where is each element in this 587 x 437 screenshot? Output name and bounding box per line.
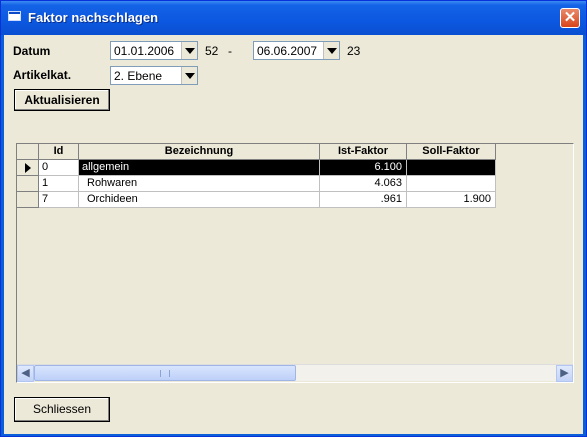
dropdown-arrow-icon[interactable] [323,42,339,59]
scroll-thumb[interactable] [34,365,296,381]
dialog-body: Datum 01.01.2006 52 - 06.06.2007 23 Arti… [4,35,583,434]
col-header-soll-faktor[interactable]: Soll-Faktor [407,144,496,160]
table-cell-ist-faktor[interactable]: .961 [320,192,407,208]
table-cell-soll-faktor[interactable]: 1.900 [407,192,496,208]
grip-icon [160,370,170,377]
horizontal-scrollbar[interactable]: ◀ ▶ [17,364,573,382]
table-cell-ist-faktor[interactable]: 6.100 [320,160,407,176]
title-bar[interactable]: Faktor nachschlagen ✕ [1,1,586,35]
row-selector[interactable] [17,176,39,192]
refresh-button[interactable]: Aktualisieren [14,89,110,111]
table-cell-soll-faktor[interactable] [407,176,496,192]
window-icon [8,11,21,21]
table-cell-id[interactable]: 0 [39,160,79,176]
date-to-combo[interactable]: 06.06.2007 [253,41,340,60]
row-pointer-icon [25,163,31,173]
datum-label: Datum [13,44,51,58]
window-title: Faktor nachschlagen [28,10,159,25]
table-cell-bezeichnung[interactable]: Orchideen [79,192,320,208]
row-selector[interactable] [17,192,39,208]
row-selector[interactable] [17,160,39,176]
row-header-corner [17,144,39,160]
artikelkat-label: Artikelkat. [13,68,72,82]
col-header-id[interactable]: Id [39,144,79,160]
artikelkat-value: 2. Ebene [114,69,163,83]
table-cell-soll-faktor[interactable] [407,160,496,176]
dropdown-arrow-icon[interactable] [181,42,197,59]
dropdown-arrow-icon[interactable] [181,67,197,84]
date-from-value: 01.01.2006 [114,44,175,58]
close-button[interactable]: Schliessen [14,397,110,422]
range-separator: - [228,44,232,58]
week-from: 52 [205,44,219,58]
date-from-combo[interactable]: 01.01.2006 [110,41,198,60]
factor-table[interactable]: Id Bezeichnung Ist-Faktor Soll-Faktor 0 … [16,143,574,383]
col-header-bezeichnung[interactable]: Bezeichnung [79,144,320,160]
table-cell-id[interactable]: 1 [39,176,79,192]
table-cell-id[interactable]: 7 [39,192,79,208]
week-to: 23 [347,44,361,58]
dialog-window: Faktor nachschlagen ✕ Datum 01.01.2006 5… [0,0,587,437]
scroll-left-icon[interactable]: ◀ [17,365,34,382]
date-to-value: 06.06.2007 [257,44,318,58]
scroll-right-icon[interactable]: ▶ [556,365,573,382]
artikelkat-combo[interactable]: 2. Ebene [110,66,198,85]
table-cell-ist-faktor[interactable]: 4.063 [320,176,407,192]
col-header-ist-faktor[interactable]: Ist-Faktor [320,144,407,160]
table-cell-bezeichnung[interactable]: allgemein [79,160,320,176]
table-cell-bezeichnung[interactable]: Rohwaren [79,176,320,192]
close-icon[interactable]: ✕ [560,8,580,28]
